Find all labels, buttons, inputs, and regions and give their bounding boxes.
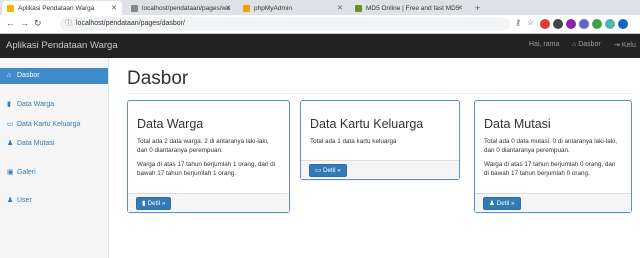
phpmyadmin-favicon-icon	[243, 4, 250, 12]
extension-icon[interactable]	[540, 19, 550, 29]
panel-heading: Data Warga	[137, 117, 204, 131]
star-icon[interactable]: ☆	[527, 18, 534, 27]
nav-logout-label: Kelu	[621, 42, 636, 49]
nav-logout-link[interactable]: ⇥ Kelu	[614, 41, 636, 49]
page-favicon-icon	[355, 4, 362, 12]
app-navbar: Aplikasi Pendataan Warga Hai, rama ⌂ Das…	[0, 34, 640, 58]
close-icon[interactable]: ✕	[225, 4, 231, 12]
browser-tab-strip: Aplikasi Pendataan Warga ✕ localhost/pen…	[0, 0, 640, 15]
nav-dasbor-link[interactable]: ⌂ Dasbor	[572, 41, 601, 48]
panel-heading: Data Kartu Keluarga	[310, 117, 424, 131]
panel-text: Total ada 1 data kartu keluarga	[310, 138, 397, 145]
url-input[interactable]: ⓘ localhost/pendataan/pages/dasbor/	[60, 17, 510, 31]
extension-icon[interactable]	[553, 19, 563, 29]
panel-heading: Data Mutasi	[484, 117, 551, 131]
image-icon: ▣	[7, 169, 14, 176]
browser-tab-title: Aplikasi Pendataan Warga	[18, 4, 95, 12]
panel-data-warga: Data Warga Total ada 2 data warga. 2 di …	[127, 100, 290, 213]
close-icon[interactable]: ✕	[337, 4, 343, 12]
extension-icon[interactable]	[592, 19, 602, 29]
panel-text: Warga di atas 17 tahun berjumlah 1 orang…	[137, 161, 276, 177]
sidebar: ⌂ Dasbor ▮ Data Warga ▭ Data Kartu Keluarga…	[0, 58, 109, 258]
panel-text: Warga di atas 17 tahun berjumlah 0 orang…	[484, 161, 616, 177]
page-title: Dasbor	[127, 68, 189, 89]
user-icon: ♟	[7, 197, 14, 204]
close-icon[interactable]: ✕	[111, 4, 117, 12]
extension-icon[interactable]	[618, 19, 628, 29]
extension-icon[interactable]	[566, 19, 576, 29]
detil-button[interactable]: ▮ Detil »	[136, 197, 172, 210]
app-brand[interactable]: Aplikasi Pendataan Warga	[6, 40, 118, 51]
browser-tab-title: localhost/pendataan/pages/wa	[142, 4, 230, 12]
sidebar-item-label: Dasbor	[17, 72, 40, 79]
home-icon: ⌂	[572, 41, 577, 48]
reload-icon[interactable]: ↻	[34, 18, 42, 29]
browser-tab-title: MD5 Online | Free and fast MD5	[366, 4, 460, 12]
user-greeting[interactable]: Hai, rama	[529, 41, 559, 48]
panel-text: Total ada 0 data mutasi. 0 di antaranya …	[484, 138, 618, 154]
info-icon[interactable]: ⓘ	[65, 17, 72, 31]
panel-data-mutasi: Data Mutasi Total ada 0 data mutasi. 0 d…	[474, 100, 632, 213]
sidebar-item-galeri[interactable]: ▣ Galeri	[0, 165, 108, 181]
panel-footer: ♟ Detil »	[475, 193, 631, 212]
page-favicon-icon	[131, 4, 138, 12]
sidebar-item-user[interactable]: ♟ User	[0, 193, 108, 209]
page-favicon-icon	[7, 4, 14, 12]
sidebar-item-label: Data Kartu Keluarga	[17, 121, 81, 128]
new-tab-button[interactable]: +	[472, 1, 486, 15]
sidebar-item-label: Data Mutasi	[17, 140, 55, 147]
logout-icon: ⇥	[614, 42, 620, 49]
browser-tab[interactable]: Aplikasi Pendataan Warga ✕	[2, 1, 122, 15]
browser-tab[interactable]: MD5 Online | Free and fast MD5 ✕	[350, 1, 468, 15]
panel-footer: ▭ Detil »	[301, 160, 459, 179]
extension-icon[interactable]	[605, 19, 615, 29]
url-text: localhost/pendataan/pages/dasbor/	[76, 20, 185, 27]
address-bar: ← → ↻ ⓘ localhost/pendataan/pages/dasbor…	[0, 15, 640, 34]
book-icon: ▮	[142, 200, 146, 207]
detil-button-label: Detil »	[147, 200, 166, 207]
browser-tab[interactable]: phpMyAdmin ✕	[238, 1, 348, 15]
inbox-icon: ▭	[7, 121, 14, 128]
sidebar-item-dasbor[interactable]: ⌂ Dasbor	[0, 68, 108, 84]
sidebar-item-label: User	[17, 197, 32, 204]
divider	[127, 93, 632, 94]
browser-tab-title: phpMyAdmin	[254, 4, 292, 12]
panel-data-kartu-keluarga: Data Kartu Keluarga Total ada 1 data kar…	[300, 100, 460, 180]
nav-dasbor-label: Dasbor	[578, 41, 601, 48]
detil-button[interactable]: ▭ Detil »	[309, 164, 347, 177]
browser-tab[interactable]: localhost/pendataan/pages/wa ✕	[126, 1, 236, 15]
sidebar-item-label: Data Warga	[17, 101, 55, 108]
inbox-icon: ▭	[315, 167, 321, 174]
detil-button-label: Detil »	[496, 200, 515, 207]
home-icon: ⌂	[7, 72, 12, 79]
back-arrow-icon[interactable]: ←	[6, 18, 15, 28]
sidebar-item-data-kartu-keluarga[interactable]: ▭ Data Kartu Keluarga	[0, 117, 108, 133]
close-icon[interactable]: ✕	[457, 4, 463, 12]
sidebar-item-label: Galeri	[17, 169, 36, 176]
sidebar-item-data-mutasi[interactable]: ♟ Data Mutasi	[0, 136, 108, 152]
detil-button-label: Detil »	[322, 167, 341, 174]
extension-icon[interactable]	[579, 19, 589, 29]
user-move-icon: ♟	[489, 200, 495, 207]
sidebar-item-data-warga[interactable]: ▮ Data Warga	[0, 97, 108, 113]
panel-footer: ▮ Detil »	[128, 193, 289, 212]
forward-arrow-icon[interactable]: →	[20, 18, 29, 28]
detil-button[interactable]: ♟ Detil »	[483, 197, 521, 210]
book-icon: ▮	[7, 101, 11, 108]
key-icon[interactable]: ⚷	[515, 18, 521, 27]
user-move-icon: ♟	[7, 140, 14, 147]
panel-text: Total ada 2 data warga. 2 di antaranya l…	[137, 138, 269, 154]
